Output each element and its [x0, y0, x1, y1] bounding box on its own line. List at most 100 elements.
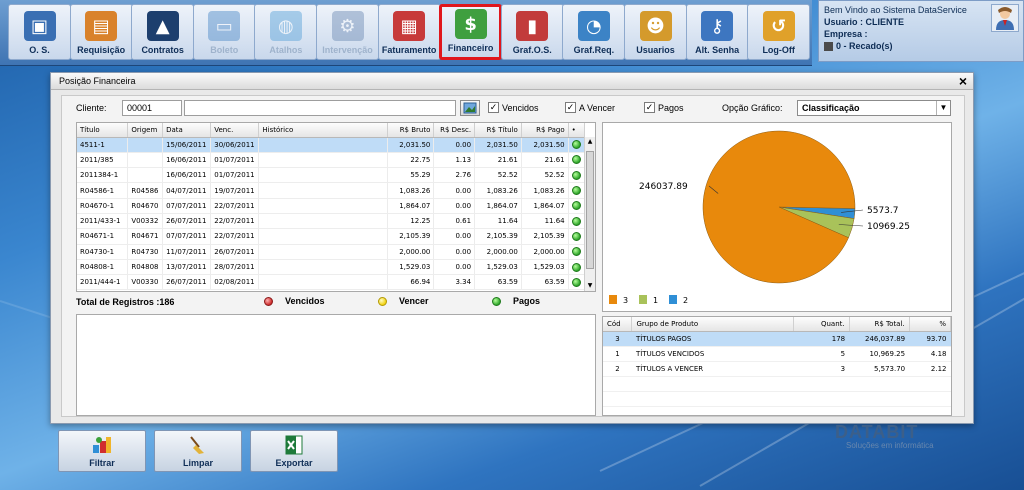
- window-title: Posição Financeira: [59, 76, 136, 86]
- totals-bar: Total de Registros :186 Vencidos Vencer …: [76, 296, 596, 310]
- grid-column-header[interactable]: Título: [77, 123, 129, 138]
- toolbar-button-o-s[interactable]: ▣ O. S.: [8, 4, 71, 60]
- summary-cell: 246,037.89: [849, 331, 910, 347]
- toolbar-button-label: Contratos: [141, 45, 184, 55]
- paid-status-icon: [571, 140, 581, 150]
- excel-icon: [283, 435, 305, 455]
- grid-column-header[interactable]: Data: [162, 123, 212, 138]
- close-icon[interactable]: ×: [959, 73, 967, 89]
- grid-cell: R04808-1: [77, 259, 129, 276]
- clear-button[interactable]: Limpar: [154, 430, 242, 472]
- table-row[interactable]: 3 TÍTULOS PAGOS 178 246,037.89 93.70: [603, 331, 951, 347]
- pagos-label: Pagos: [658, 103, 684, 113]
- table-row[interactable]: R04730-1 R04730 11/07/2011 26/07/2011 2,000.…: [77, 244, 586, 260]
- toolbar-button-label: Requisição: [77, 45, 126, 55]
- pie-chart: 246037.89 5573.7 10969.25 3 1 2: [609, 130, 910, 305]
- grid-cell: R04671-1: [77, 228, 129, 245]
- toolbar-button-financeiro[interactable]: $ Financeiro: [439, 4, 503, 60]
- grid-cell: 0.61: [433, 213, 476, 230]
- toolbar-button-atalhos[interactable]: ◍ Atalhos: [254, 4, 318, 60]
- summary-column-header[interactable]: R$ Total.: [849, 317, 910, 332]
- summary-column-header[interactable]: Quant.: [793, 317, 850, 332]
- grid-column-header[interactable]: R$ Pago: [521, 123, 569, 138]
- table-row[interactable]: 2011/385 16/06/2011 01/07/2011 22.75 1.13 21.…: [77, 152, 586, 169]
- grid-column-header[interactable]: Venc.: [210, 123, 260, 138]
- summary-column-header[interactable]: Grupo de Produto: [631, 317, 794, 332]
- a-vencer-checkbox[interactable]: ✓: [565, 102, 576, 113]
- grid-column-header[interactable]: R$ Bruto: [387, 123, 435, 138]
- summary-column-header[interactable]: Cód: [603, 317, 633, 332]
- grid-cell: R04586-1: [77, 182, 129, 199]
- grid-cell: [127, 167, 164, 184]
- grid-cell: 0.00: [433, 228, 476, 245]
- toolbar-button-interven-o[interactable]: ⚙ Intervenção: [316, 4, 379, 60]
- scroll-down-icon[interactable]: ▼: [585, 281, 595, 291]
- messages-link[interactable]: 0 - Recado(s): [824, 40, 1018, 52]
- grid-cell: 2,105.39: [474, 228, 522, 245]
- grid-column-header[interactable]: Histórico: [258, 123, 388, 138]
- grid-cell: 1,083.26: [474, 182, 522, 199]
- total-records: Total de Registros :186: [76, 297, 175, 307]
- grid-column-header[interactable]: R$ Título: [474, 123, 522, 138]
- empty-row: [603, 406, 951, 415]
- cliente-code-input[interactable]: 00001: [122, 100, 182, 116]
- table-row[interactable]: R04586-1 R04586 04/07/2011 19/07/2011 1,083.…: [77, 182, 586, 199]
- grid-cell: 1,864.07: [521, 198, 569, 214]
- status-cell: [568, 182, 586, 199]
- toolbar-button-contratos[interactable]: ▲ Contratos: [131, 4, 195, 60]
- grid-cell: 2,000.00: [474, 244, 522, 260]
- toolbar-button-graf-o-s[interactable]: ▮ Graf.O.S.: [500, 4, 564, 60]
- table-row[interactable]: 2011/433-1 V00332 26/07/2011 22/07/2011 12.2…: [77, 213, 586, 230]
- status-cell: [568, 198, 586, 214]
- summary-column-header[interactable]: %: [909, 317, 951, 332]
- client-lookup-button[interactable]: [460, 100, 480, 116]
- grid-cell: 26/07/2011: [162, 213, 212, 230]
- toolbar-button-graf-req[interactable]: ◔ Graf.Req.: [562, 4, 626, 60]
- grid-cell: 2,031.50: [474, 137, 522, 153]
- toolbar-button-faturamento[interactable]: ▦ Faturamento: [377, 4, 441, 60]
- filter-button[interactable]: Filtrar: [58, 430, 146, 472]
- pie-slice-3[interactable]: [702, 130, 856, 284]
- scroll-thumb[interactable]: [586, 151, 594, 269]
- pagos-checkbox[interactable]: ✓: [644, 102, 655, 113]
- grid-cell: [258, 198, 388, 214]
- grid-cell: [258, 228, 388, 245]
- welcome-panel: Bem Vindo ao Sistema DataService Usuario…: [818, 0, 1024, 62]
- grid-scrollbar[interactable]: ▲ ▼: [584, 137, 595, 291]
- toolbar-button-log-off[interactable]: ↺ Log-Off: [747, 4, 811, 60]
- toolbar-button-label: Alt. Senha: [695, 45, 740, 55]
- key-icon: ⚷: [701, 11, 734, 41]
- toolbar-button-alt-senha[interactable]: ⚷ Alt. Senha: [685, 4, 749, 60]
- table-row[interactable]: 2011384-1 16/06/2011 01/07/2011 55.29 2.76 52…: [77, 167, 586, 184]
- grid-cell: 4511-1: [77, 137, 129, 153]
- grid-column-header[interactable]: R$ Desc.: [433, 123, 476, 138]
- table-row[interactable]: R04671-1 R04671 07/07/2011 22/07/2011 2,105.…: [77, 228, 586, 245]
- toolbar-button-requisi-o[interactable]: ▤ Requisição: [69, 4, 133, 60]
- table-row[interactable]: 4511-1 15/06/2011 30/06/2011 2,031.50 0.00 2,…: [77, 137, 586, 153]
- vencidos-checkbox[interactable]: ✓: [488, 102, 499, 113]
- table-row[interactable]: 2 TÍTULOS A VENCER 3 5,573.70 2.12: [603, 361, 951, 377]
- cliente-name-input[interactable]: [184, 100, 456, 116]
- status-cell: [568, 244, 586, 260]
- table-row[interactable]: 1 TÍTULOS VENCIDOS 5 10,969.25 4.18: [603, 346, 951, 362]
- scroll-up-icon[interactable]: ▲: [585, 137, 595, 147]
- grid-cell: 11.64: [521, 213, 569, 230]
- money-bag-icon: $: [454, 9, 487, 39]
- table-row[interactable]: R04670-1 R04670 07/07/2011 22/07/2011 1,864.…: [77, 198, 586, 214]
- grid-cell: 13/07/2011: [162, 259, 212, 276]
- grid-cell: 07/07/2011: [162, 198, 212, 214]
- toolbar-button-boleto[interactable]: ▭ Boleto: [192, 4, 256, 60]
- company-label: Empresa :: [824, 29, 868, 39]
- table-row[interactable]: R04808-1 R04808 13/07/2011 28/07/2011 1,529.…: [77, 259, 586, 276]
- export-button[interactable]: Exportar: [250, 430, 338, 472]
- grid-cell: 52.52: [521, 167, 569, 184]
- toolbar-button-label: Graf.Req.: [573, 45, 615, 55]
- grid-cell: 1,864.07: [387, 198, 435, 214]
- chart-option-select[interactable]: Classificação ▼: [797, 100, 951, 116]
- grid-column-header[interactable]: •: [568, 123, 586, 138]
- grid-cell: 01/07/2011: [210, 167, 260, 184]
- table-row[interactable]: 2011/444-1 V00330 26/07/2011 02/08/2011 66.9…: [77, 274, 586, 291]
- grid-column-header[interactable]: Origem: [127, 123, 164, 138]
- vencidos-label: Vencidos: [502, 103, 539, 113]
- toolbar-button-usuarios[interactable]: ☻ Usuarios: [624, 4, 687, 60]
